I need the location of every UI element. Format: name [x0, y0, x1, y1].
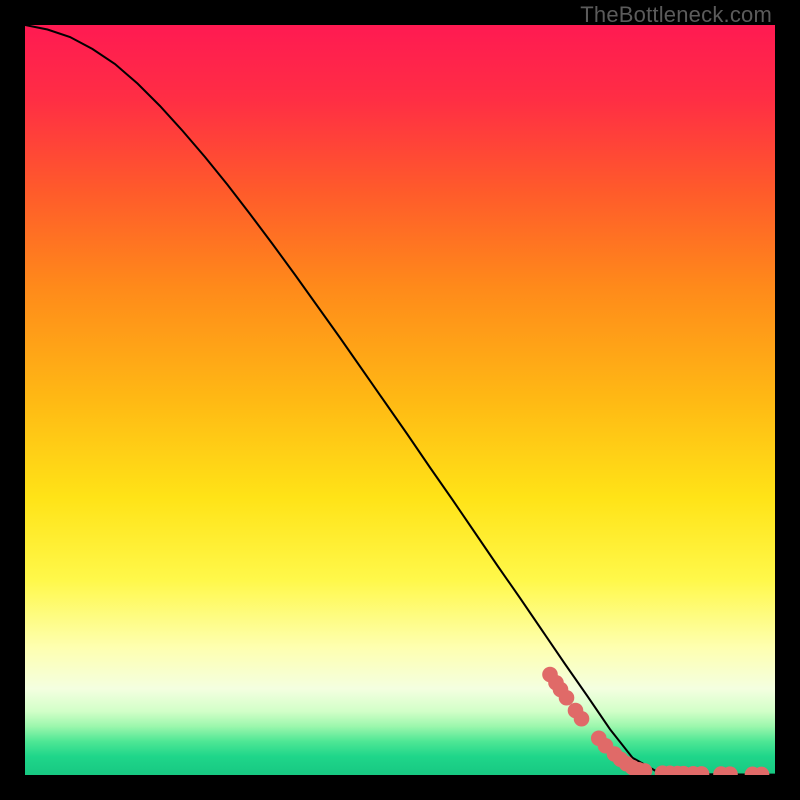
highlight-dot — [559, 690, 575, 706]
bottleneck-chart — [25, 25, 775, 775]
gradient-background — [25, 25, 775, 775]
attribution-text: TheBottleneck.com — [580, 2, 772, 28]
chart-frame — [25, 25, 775, 775]
highlight-dot — [574, 711, 590, 727]
